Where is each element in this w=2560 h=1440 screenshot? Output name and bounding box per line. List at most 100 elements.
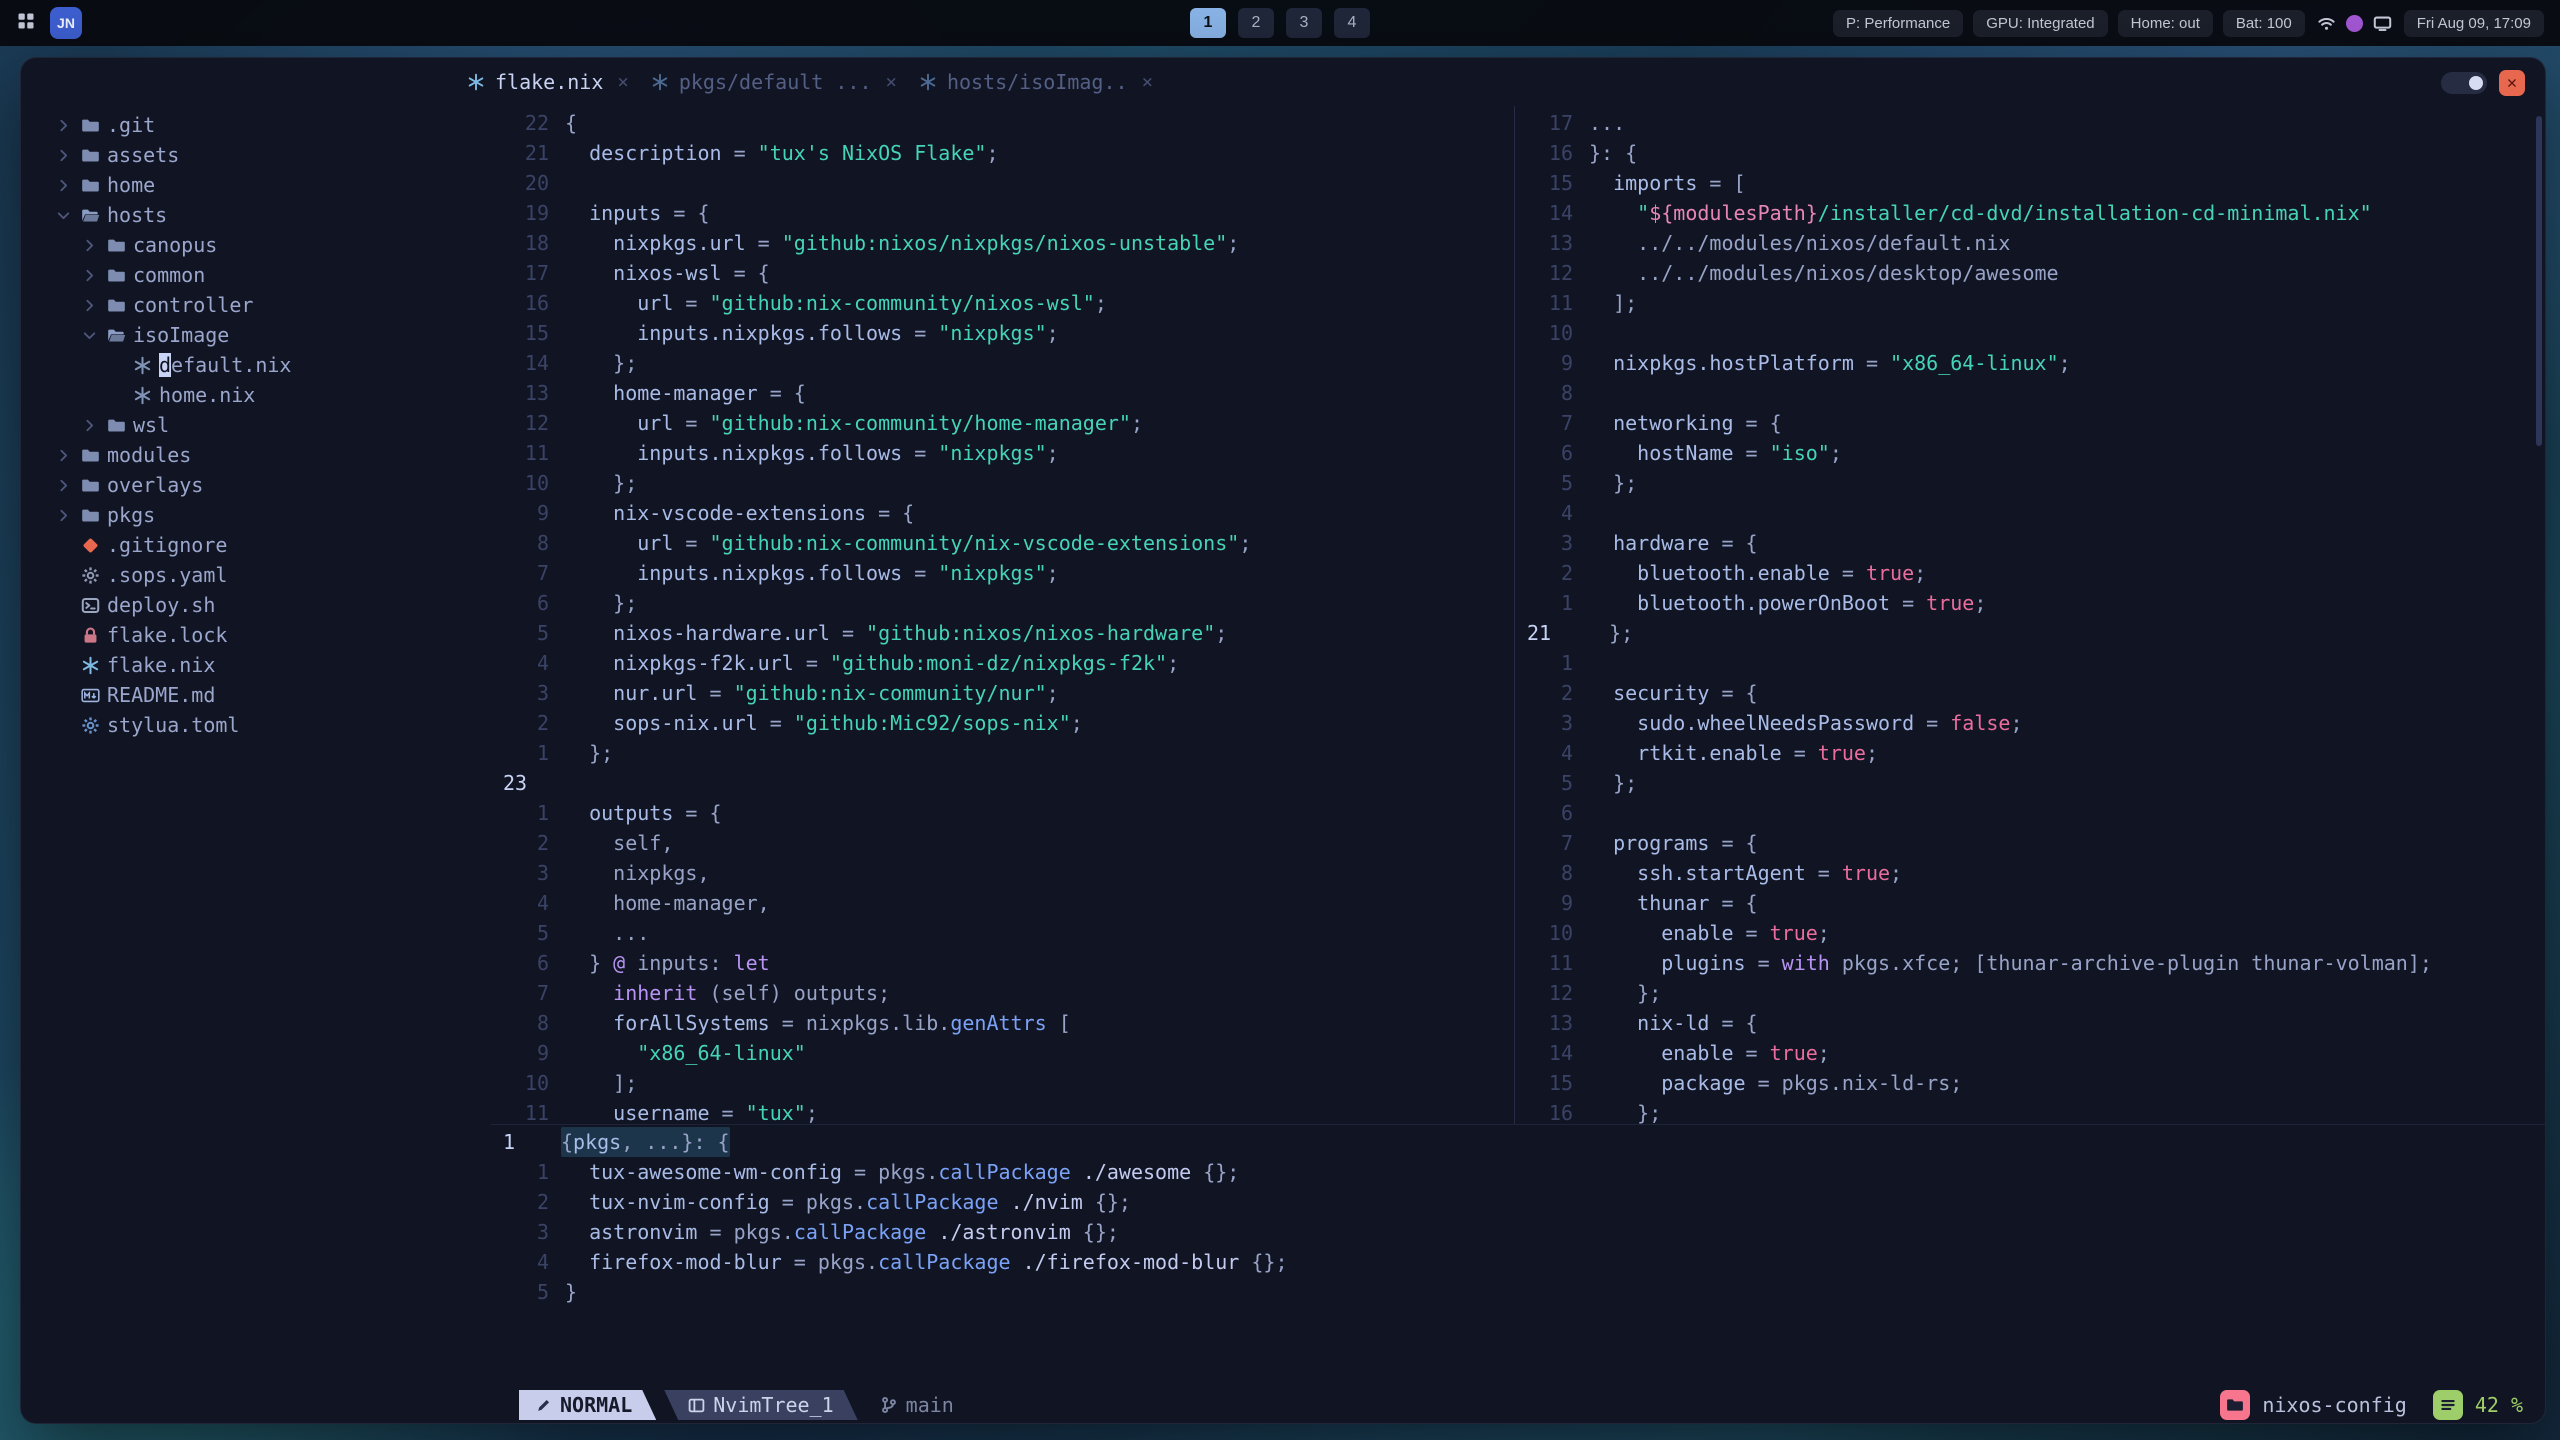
code-line[interactable]: 1 bluetooth.powerOnBoot = true; [1515, 588, 2545, 618]
tree-item-README-md[interactable]: README.md [55, 680, 491, 710]
tab-flake-nix[interactable]: flake.nix × [467, 70, 629, 94]
tab-hosts-isoImag-[interactable]: hosts/isoImag.. × [919, 70, 1153, 94]
code-line[interactable]: 3 astronvim = pkgs.callPackage ./astronv… [491, 1217, 2545, 1247]
code-line[interactable]: 1 outputs = { [491, 798, 1514, 828]
code-line[interactable]: 10 [1515, 318, 2545, 348]
close-button[interactable]: ✕ [2499, 70, 2525, 96]
code-line[interactable]: 2 self, [491, 828, 1514, 858]
code-line[interactable]: 21 }; [1515, 618, 2545, 648]
code-line[interactable]: 17... [1515, 108, 2545, 138]
code-line[interactable]: 4 home-manager, [491, 888, 1514, 918]
code-line[interactable]: 22 { [491, 108, 1514, 138]
code-line[interactable]: 9 nixpkgs.hostPlatform = "x86_64-linux"; [1515, 348, 2545, 378]
code-line[interactable]: 4 [1515, 498, 2545, 528]
code-line[interactable]: 2 bluetooth.enable = true; [1515, 558, 2545, 588]
tree-item-flake-lock[interactable]: flake.lock [55, 620, 491, 650]
code-line[interactable]: 11 username = "tux"; [491, 1098, 1514, 1124]
code-line[interactable]: 12 }; [1515, 978, 2545, 1008]
tab-close-icon[interactable]: × [1142, 71, 1153, 93]
code-line[interactable]: 14 }; [491, 348, 1514, 378]
tree-item-home-nix[interactable]: home.nix [55, 380, 491, 410]
tree-item-isoImage[interactable]: isoImage [55, 320, 491, 350]
code-line[interactable]: 9 "x86_64-linux" [491, 1038, 1514, 1068]
chevron-right-icon[interactable] [55, 117, 81, 134]
jn-logo[interactable]: JN [50, 7, 82, 39]
code-line[interactable]: 4 nixpkgs-f2k.url = "github:moni-dz/nixp… [491, 648, 1514, 678]
code-line[interactable]: 15 package = pkgs.nix-ld-rs; [1515, 1068, 2545, 1098]
code-line[interactable]: 17 nixos-wsl = { [491, 258, 1514, 288]
chevron-right-icon[interactable] [81, 417, 107, 434]
chevron-down-icon[interactable] [55, 207, 81, 224]
code-line[interactable]: 1 {pkgs, ...}: { [491, 1127, 2545, 1157]
code-line[interactable]: 9 nix-vscode-extensions = { [491, 498, 1514, 528]
code-line[interactable]: 8 ssh.startAgent = true; [1515, 858, 2545, 888]
code-line[interactable]: 12 ../../modules/nixos/desktop/awesome [1515, 258, 2545, 288]
code-line[interactable]: 6 } @ inputs: let [491, 948, 1514, 978]
code-line[interactable]: 8 url = "github:nix-community/nix-vscode… [491, 528, 1514, 558]
code-line[interactable]: 16 }; [1515, 1098, 2545, 1124]
code-line[interactable]: 4 firefox-mod-blur = pkgs.callPackage ./… [491, 1247, 2545, 1277]
code-line[interactable]: 10 }; [491, 468, 1514, 498]
chevron-down-icon[interactable] [81, 327, 107, 344]
code-line[interactable]: 5 nixos-hardware.url = "github:nixos/nix… [491, 618, 1514, 648]
code-line[interactable]: 3 nur.url = "github:nix-community/nur"; [491, 678, 1514, 708]
workspace-button-2[interactable]: 2 [1238, 8, 1274, 38]
code-line[interactable]: 7 inherit (self) outputs; [491, 978, 1514, 1008]
tree-item-canopus[interactable]: canopus [55, 230, 491, 260]
workspace-button-1[interactable]: 1 [1190, 8, 1226, 38]
code-line[interactable]: 13 nix-ld = { [1515, 1008, 2545, 1038]
code-line[interactable]: 14 enable = true; [1515, 1038, 2545, 1068]
code-line[interactable]: 5 }; [1515, 468, 2545, 498]
code-line[interactable]: 19 inputs = { [491, 198, 1514, 228]
code-line[interactable]: 5 ... [491, 918, 1514, 948]
code-line[interactable]: 1 tux-awesome-wm-config = pkgs.callPacka… [491, 1157, 2545, 1187]
tab-close-icon[interactable]: × [885, 71, 896, 93]
code-line[interactable]: 1 }; [491, 738, 1514, 768]
tree-item-hosts[interactable]: hosts [55, 200, 491, 230]
window-pin-toggle[interactable] [2441, 72, 2487, 94]
tree-item-default-nix[interactable]: default.nix [55, 350, 491, 380]
tab-close-icon[interactable]: × [617, 71, 628, 93]
chevron-right-icon[interactable] [81, 267, 107, 284]
code-line[interactable]: 7 inputs.nixpkgs.follows = "nixpkgs"; [491, 558, 1514, 588]
code-line[interactable]: 2 tux-nvim-config = pkgs.callPackage ./n… [491, 1187, 2545, 1217]
code-line[interactable]: 16 url = "github:nix-community/nixos-wsl… [491, 288, 1514, 318]
code-line[interactable]: 3 hardware = { [1515, 528, 2545, 558]
code-line[interactable]: 15 inputs.nixpkgs.follows = "nixpkgs"; [491, 318, 1514, 348]
code-line[interactable]: 12 url = "github:nix-community/home-mana… [491, 408, 1514, 438]
code-line[interactable]: 23 [491, 768, 1514, 798]
tree-item-deploy-sh[interactable]: deploy.sh [55, 590, 491, 620]
code-line[interactable]: 7 networking = { [1515, 408, 2545, 438]
wifi-icon[interactable] [2317, 14, 2336, 33]
chevron-right-icon[interactable] [55, 477, 81, 494]
code-line[interactable]: 7 programs = { [1515, 828, 2545, 858]
workspace-button-3[interactable]: 3 [1286, 8, 1322, 38]
tree-item-modules[interactable]: modules [55, 440, 491, 470]
code-line[interactable]: 14 "${modulesPath}/installer/cd-dvd/inst… [1515, 198, 2545, 228]
code-line[interactable]: 3 nixpkgs, [491, 858, 1514, 888]
tree-item-assets[interactable]: assets [55, 140, 491, 170]
tree-item-stylua-toml[interactable]: stylua.toml [55, 710, 491, 740]
code-line[interactable]: 6 }; [491, 588, 1514, 618]
chevron-right-icon[interactable] [55, 147, 81, 164]
code-line[interactable]: 8 [1515, 378, 2545, 408]
code-line[interactable]: 21 description = "tux's NixOS Flake"; [491, 138, 1514, 168]
code-line[interactable]: 8 forAllSystems = nixpkgs.lib.genAttrs [ [491, 1008, 1514, 1038]
app-launcher-icon[interactable] [16, 11, 36, 36]
code-line[interactable]: 13 home-manager = { [491, 378, 1514, 408]
tree-item--gitignore[interactable]: .gitignore [55, 530, 491, 560]
tree-item-wsl[interactable]: wsl [55, 410, 491, 440]
code-line[interactable]: 1 [1515, 648, 2545, 678]
code-line[interactable]: 10 ]; [491, 1068, 1514, 1098]
chevron-right-icon[interactable] [81, 237, 107, 254]
code-line[interactable]: 2 security = { [1515, 678, 2545, 708]
scrollbar[interactable] [2536, 116, 2542, 446]
tree-item-common[interactable]: common [55, 260, 491, 290]
tree-item-flake-nix[interactable]: flake.nix [55, 650, 491, 680]
workspace-button-4[interactable]: 4 [1334, 8, 1370, 38]
code-line[interactable]: 16}: { [1515, 138, 2545, 168]
code-line[interactable]: 6 [1515, 798, 2545, 828]
code-line[interactable]: 20 [491, 168, 1514, 198]
code-line[interactable]: 4 rtkit.enable = true; [1515, 738, 2545, 768]
tab-pkgs-default-[interactable]: pkgs/default ... × [651, 70, 897, 94]
